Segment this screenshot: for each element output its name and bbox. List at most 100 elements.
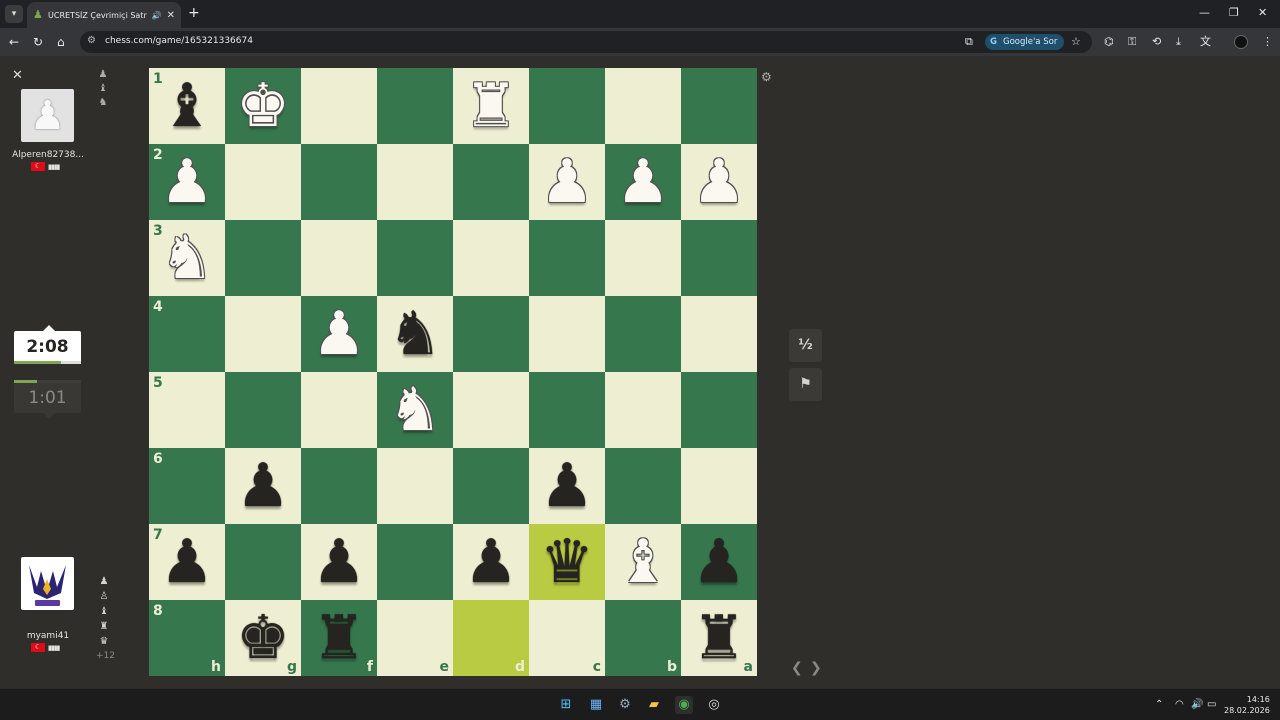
black-pawn-icon[interactable]: ♟ (453, 524, 529, 600)
black-rook-icon[interactable]: ♜ (681, 600, 757, 676)
square-f6[interactable] (301, 448, 377, 524)
square-c1[interactable] (529, 68, 605, 144)
square-h8[interactable]: 8h (149, 600, 225, 676)
square-b3[interactable] (605, 220, 681, 296)
square-e2[interactable] (377, 144, 453, 220)
translate-icon[interactable]: 文 (1200, 35, 1211, 49)
square-e1[interactable] (377, 68, 453, 144)
square-d6[interactable] (453, 448, 529, 524)
square-c3[interactable] (529, 220, 605, 296)
new-tab-icon[interactable]: + (188, 5, 200, 21)
windows-start-icon[interactable]: ⊞ (557, 696, 575, 714)
square-b5[interactable] (605, 372, 681, 448)
square-a5[interactable] (681, 372, 757, 448)
top-player-name[interactable]: Alperen82738... (12, 150, 84, 160)
square-a3[interactable] (681, 220, 757, 296)
square-e4[interactable]: ♞ (377, 296, 453, 372)
square-d8[interactable]: d (453, 600, 529, 676)
white-pawn-icon[interactable]: ♟ (605, 144, 681, 220)
home-icon[interactable]: ⌂ (57, 35, 65, 49)
white-pawn-icon[interactable]: ♟ (149, 144, 225, 220)
previous-move-icon[interactable]: ❮ (791, 660, 803, 676)
close-panel-icon[interactable]: ✕ (12, 68, 23, 83)
square-c7[interactable]: ♛ (529, 524, 605, 600)
square-g2[interactable] (225, 144, 301, 220)
square-a2[interactable]: ♟ (681, 144, 757, 220)
square-g3[interactable] (225, 220, 301, 296)
square-f1[interactable] (301, 68, 377, 144)
wifi-icon[interactable]: ◠ (1175, 699, 1184, 710)
close-window-icon[interactable]: ✕ (1258, 6, 1267, 19)
browser-tab[interactable]: ♟ ÜCRETSİZ Çevrimiçi Satranç 🔊 ✕ (27, 2, 181, 28)
obs-icon[interactable]: ◎ (705, 696, 723, 714)
square-b8[interactable]: b (605, 600, 681, 676)
square-f4[interactable]: ♟ (301, 296, 377, 372)
square-h4[interactable]: 4 (149, 296, 225, 372)
square-e6[interactable] (377, 448, 453, 524)
square-g4[interactable] (225, 296, 301, 372)
square-g7[interactable] (225, 524, 301, 600)
download-icon[interactable]: ⤓ (1176, 35, 1181, 49)
black-king-icon[interactable]: ♚ (225, 600, 301, 676)
square-g5[interactable] (225, 372, 301, 448)
omnibox[interactable]: ⚙ chess.com/game/165321336674 ⧉ G Google'… (80, 31, 1092, 53)
password-key-icon[interactable]: ⚿ (1128, 35, 1136, 49)
black-queen-icon[interactable]: ♛ (529, 524, 605, 600)
minimize-icon[interactable]: — (1199, 6, 1210, 19)
square-a1[interactable] (681, 68, 757, 144)
square-h7[interactable]: 7 ♟ (149, 524, 225, 600)
square-h5[interactable]: 5 (149, 372, 225, 448)
back-icon[interactable]: ← (9, 35, 19, 49)
square-h1[interactable]: 1 ♝ (149, 68, 225, 144)
board-settings-icon[interactable]: ⚙ (761, 70, 772, 84)
square-e5[interactable]: ♞ (377, 372, 453, 448)
square-f5[interactable] (301, 372, 377, 448)
black-pawn-icon[interactable]: ♟ (681, 524, 757, 600)
menu-dots-icon[interactable]: ⋮ (1262, 35, 1273, 49)
white-king-icon[interactable]: ♚ (225, 68, 301, 144)
square-c2[interactable]: ♟ (529, 144, 605, 220)
chess-board[interactable]: 1 ♝ ♚ ♜ 2 ♟ ♟ ♟ ♟ 3 ♞ 4 ♟ ♞ 5 ♞ 6 ♟ ♟ 7 ♟ ♟ ♟ ♛ ♝ ♟ 8 h g ♚ f ♜ e d c b a ♜ (149, 68, 757, 676)
next-move-icon[interactable]: ❯ (810, 660, 822, 676)
square-h6[interactable]: 6 (149, 448, 225, 524)
square-d2[interactable] (453, 144, 529, 220)
square-f3[interactable] (301, 220, 377, 296)
white-pawn-icon[interactable]: ♟ (301, 296, 377, 372)
square-f2[interactable] (301, 144, 377, 220)
black-knight-icon[interactable]: ♞ (377, 296, 453, 372)
white-pawn-icon[interactable]: ♟ (529, 144, 605, 220)
top-player-avatar[interactable]: ♟ (21, 89, 74, 142)
white-bishop-icon[interactable]: ♝ (605, 524, 681, 600)
system-clock[interactable]: 14:16 28.02.2026 (1224, 694, 1270, 716)
square-h3[interactable]: 3 ♞ (149, 220, 225, 296)
ask-google-button[interactable]: G Google'a Sor (985, 34, 1065, 50)
square-a8[interactable]: a ♜ (681, 600, 757, 676)
bottom-player-avatar[interactable] (21, 557, 74, 610)
chrome-icon[interactable]: ◉ (675, 696, 693, 714)
square-g6[interactable]: ♟ (225, 448, 301, 524)
settings-icon[interactable]: ⚙ (616, 696, 634, 714)
square-b7[interactable]: ♝ (605, 524, 681, 600)
battery-icon[interactable]: ▭ (1207, 699, 1216, 710)
extension-icon[interactable]: ⌬ (1104, 35, 1114, 49)
profile-avatar[interactable] (1234, 35, 1248, 49)
square-b4[interactable] (605, 296, 681, 372)
black-pawn-icon[interactable]: ♟ (225, 448, 301, 524)
site-info-icon[interactable]: ⚙ (87, 35, 101, 49)
square-a4[interactable] (681, 296, 757, 372)
resign-flag-button[interactable]: ⚑ (789, 368, 822, 401)
square-c4[interactable] (529, 296, 605, 372)
black-pawn-icon[interactable]: ♟ (301, 524, 377, 600)
black-pawn-icon[interactable]: ♟ (149, 524, 225, 600)
square-e7[interactable] (377, 524, 453, 600)
tray-chevron-icon[interactable]: ⌃ (1155, 699, 1163, 710)
white-pawn-icon[interactable]: ♟ (681, 144, 757, 220)
audio-icon[interactable]: 🔊 (152, 11, 162, 20)
square-e8[interactable]: e (377, 600, 453, 676)
square-c5[interactable] (529, 372, 605, 448)
square-b2[interactable]: ♟ (605, 144, 681, 220)
square-f7[interactable]: ♟ (301, 524, 377, 600)
square-a6[interactable] (681, 448, 757, 524)
square-a7[interactable]: ♟ (681, 524, 757, 600)
black-bishop-icon[interactable]: ♝ (149, 68, 225, 144)
